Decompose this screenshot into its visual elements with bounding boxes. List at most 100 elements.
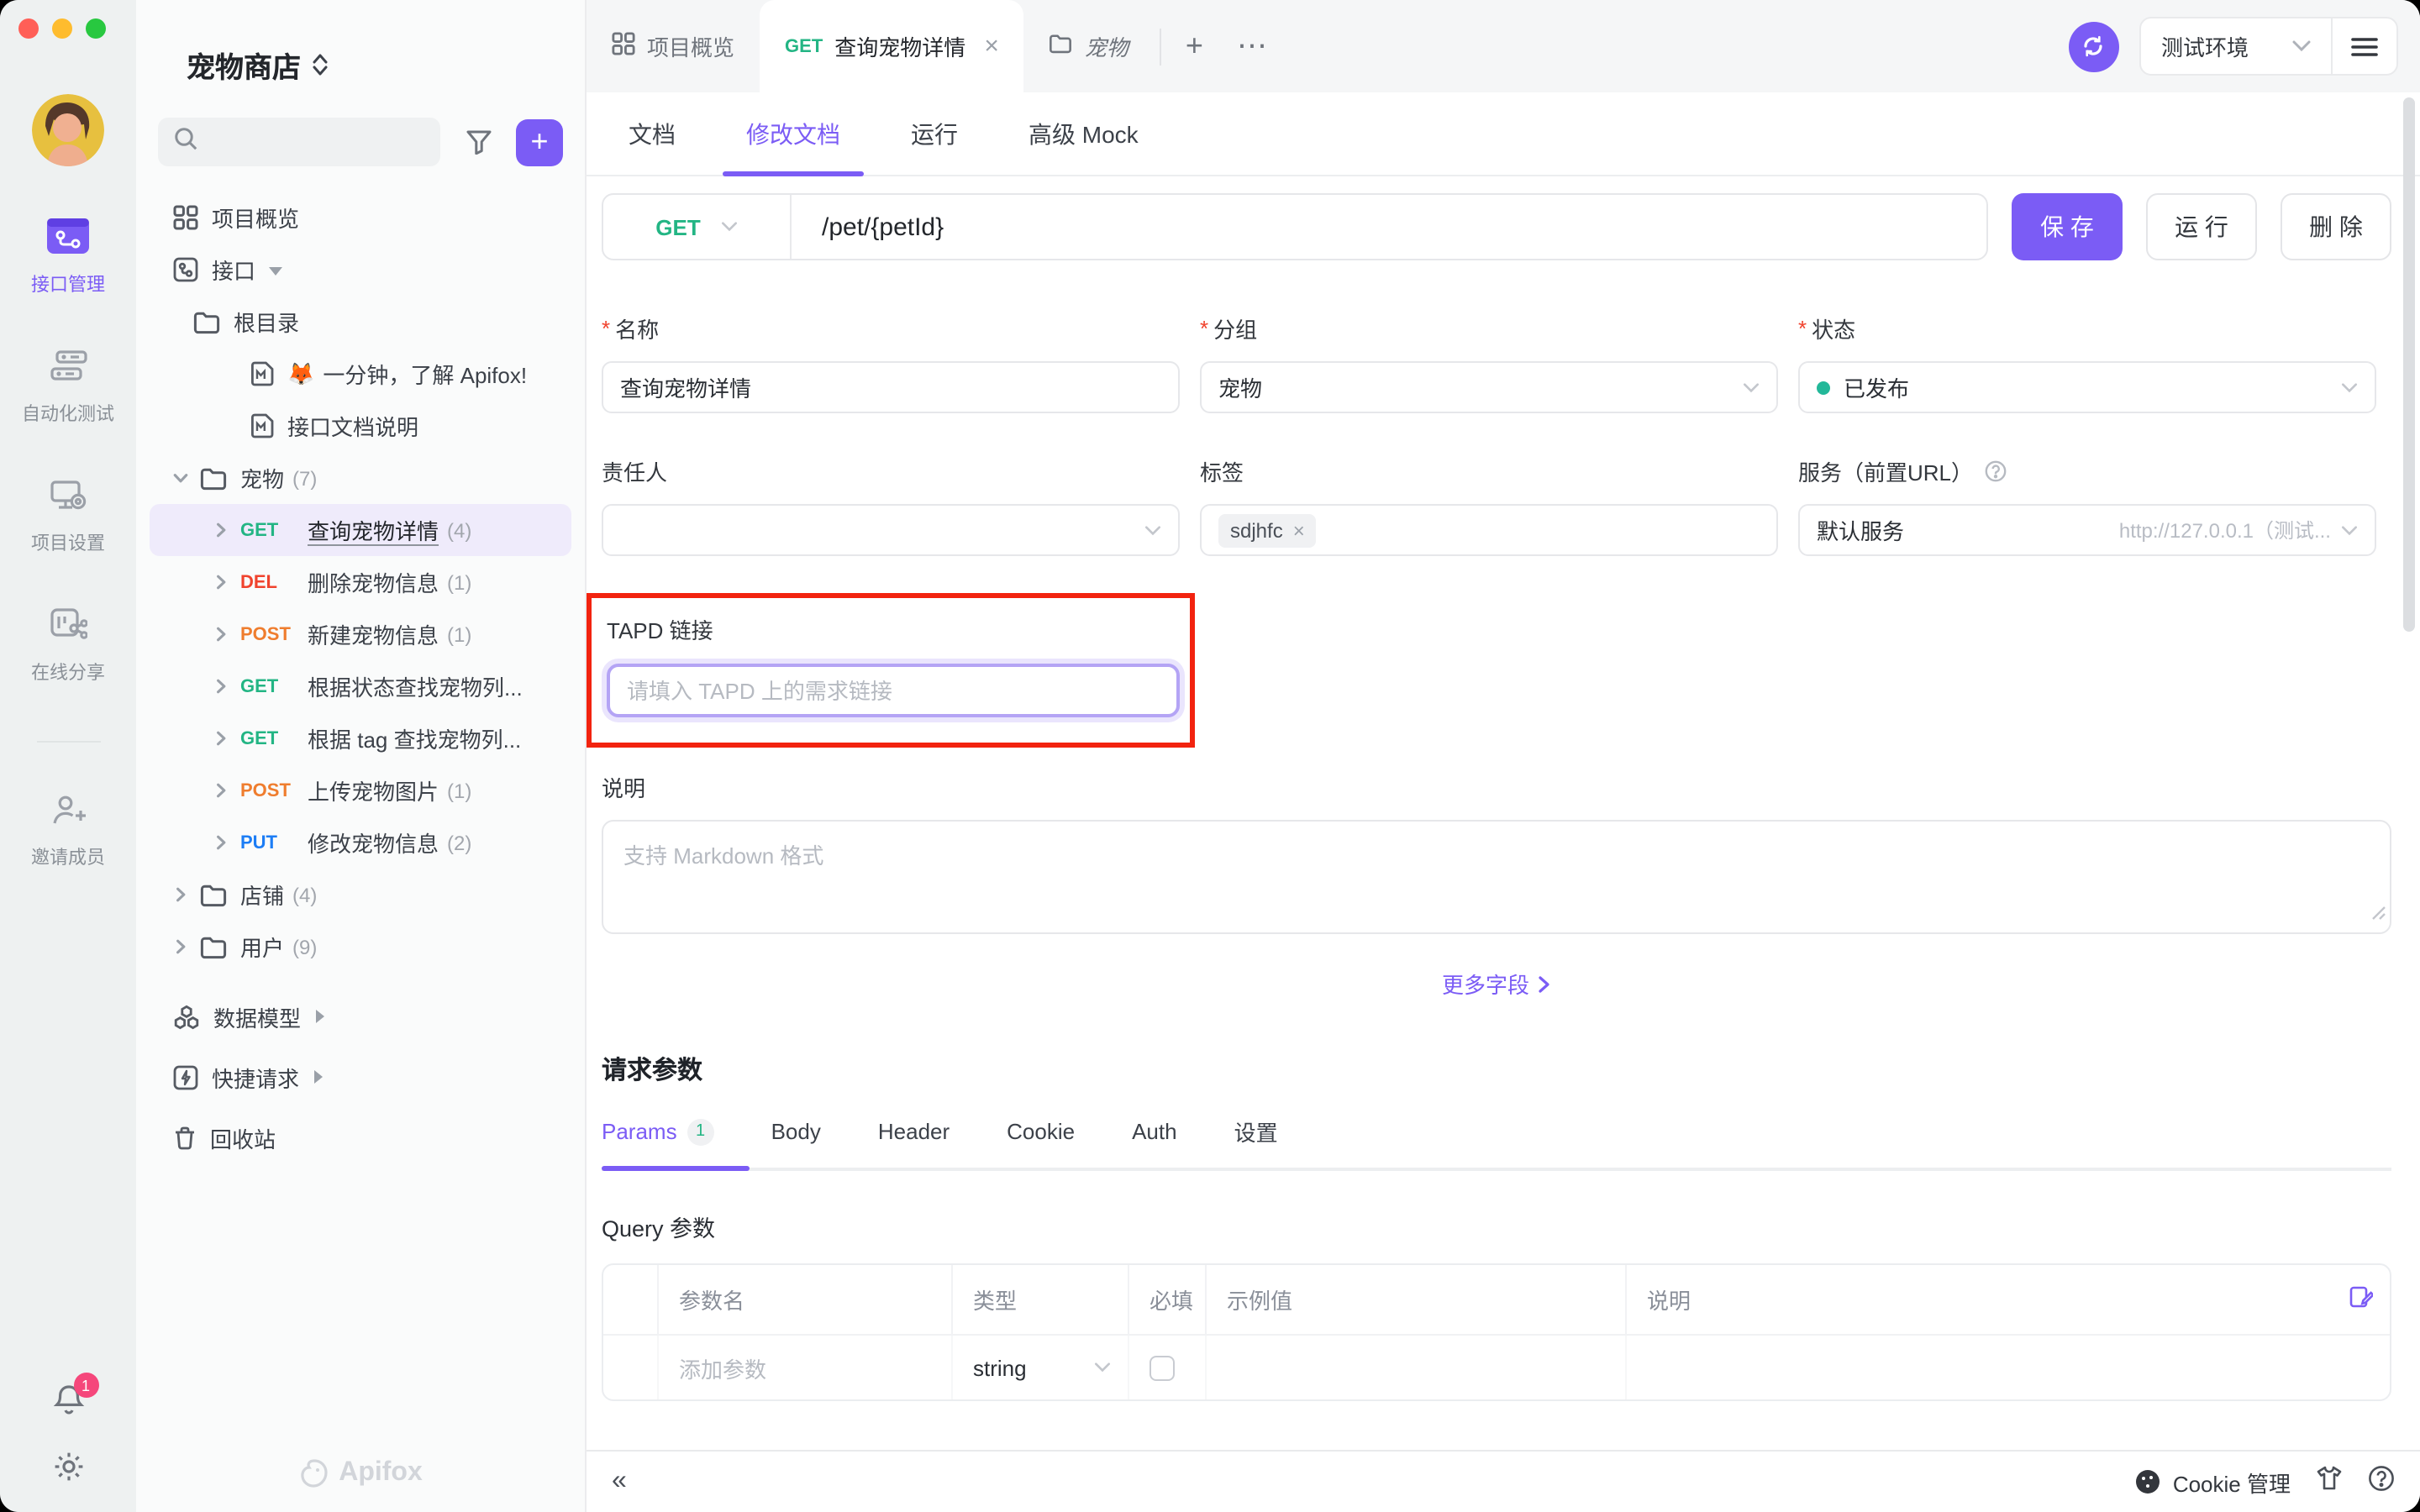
tree-endpoint-upload-image[interactable]: POST 上传宠物图片 (1) xyxy=(136,764,585,816)
type-value: string xyxy=(973,1355,1027,1380)
tree-doc-readme[interactable]: 接口文档说明 xyxy=(136,400,585,452)
tab-body[interactable]: Body xyxy=(771,1116,821,1147)
tab-pets-folder[interactable]: 宠物 xyxy=(1024,0,1154,92)
environment-menu-button[interactable] xyxy=(2331,18,2396,74)
required-checkbox[interactable] xyxy=(1150,1355,1175,1380)
tags-input[interactable]: sdjhfc × xyxy=(1200,504,1778,556)
folder-icon xyxy=(200,883,227,906)
remove-tag-icon[interactable]: × xyxy=(1293,518,1305,542)
tab-get-pet-detail[interactable]: GET 查询宠物详情 × xyxy=(760,0,1024,92)
method-select[interactable]: GET xyxy=(603,195,792,259)
path-input[interactable]: /pet/{petId} xyxy=(792,213,944,241)
sync-button[interactable] xyxy=(2069,21,2119,71)
new-tab-button[interactable]: + xyxy=(1169,29,1220,64)
zoom-window-button[interactable] xyxy=(86,18,106,39)
sidebar-item-overview[interactable]: 项目概览 xyxy=(136,192,585,244)
param-name-input[interactable]: 添加参数 xyxy=(657,1336,951,1399)
tab-label: 宠物 xyxy=(1085,30,1128,62)
tree-doc-intro[interactable]: 🦊 一分钟，了解 Apifox! xyxy=(136,348,585,400)
tree-folder-store[interactable]: 店铺 (4) xyxy=(136,869,585,921)
tree-endpoint-create-pet[interactable]: POST 新建宠物信息 (1) xyxy=(136,608,585,660)
tapd-link-input[interactable] xyxy=(607,664,1180,717)
tree-endpoint-get-pet-detail[interactable]: GET 查询宠物详情 (4) xyxy=(150,504,571,556)
tree-folder-pets[interactable]: 宠物 (7) xyxy=(136,452,585,504)
endpoint-row: GET /pet/{petId} 保 存 运 行 删 除 xyxy=(602,193,2391,260)
tab-advanced-mock[interactable]: 高级 Mock xyxy=(1028,92,1139,175)
filter-button[interactable] xyxy=(455,119,501,165)
api-manage-icon xyxy=(47,218,89,259)
tree-item-count: (2) xyxy=(447,831,471,854)
tree-endpoint-find-by-status[interactable]: GET 根据状态查找宠物列... xyxy=(136,660,585,712)
sidebar-item-data-models[interactable]: 数据模型 xyxy=(136,986,585,1047)
method-badge: POST xyxy=(240,780,308,801)
service-select[interactable]: 默认服务 http://127.0.0.1（测试... xyxy=(1798,504,2376,556)
tab-more-button[interactable]: ⋯ xyxy=(1220,29,1284,64)
tab-auth[interactable]: Auth xyxy=(1132,1116,1177,1147)
name-input[interactable]: 查询宠物详情 xyxy=(602,361,1180,413)
tab-edit-doc[interactable]: 修改文档 xyxy=(746,92,840,175)
search-input[interactable] xyxy=(158,118,440,166)
sidebar-item-recycle-bin[interactable]: 回收站 xyxy=(136,1107,585,1168)
tab-run[interactable]: 运行 xyxy=(911,92,958,175)
status-select[interactable]: 已发布 xyxy=(1798,361,2376,413)
status-bar: « Cookie 管理 xyxy=(587,1450,2420,1512)
method-badge: DEL xyxy=(240,572,308,592)
description-cell[interactable] xyxy=(1625,1336,2390,1399)
sidebar-item-apis[interactable]: 接口 xyxy=(136,244,585,296)
close-icon[interactable]: × xyxy=(984,32,999,60)
group-select[interactable]: 宠物 xyxy=(1200,361,1778,413)
help-icon[interactable] xyxy=(1985,460,2007,482)
field-label: 分组 xyxy=(1213,312,1257,344)
rail-item-online-share[interactable]: 在线分享 xyxy=(31,608,105,685)
rail-item-label: 邀请成员 xyxy=(31,843,105,870)
rail-item-api-manage[interactable]: 接口管理 xyxy=(31,218,105,297)
tree-item-label: 店铺 xyxy=(240,879,284,911)
sidebar-item-quick-request[interactable]: 快捷请求 xyxy=(136,1047,585,1107)
proxy-capture-button[interactable] xyxy=(2316,1464,2343,1499)
tab-project-overview[interactable]: 项目概览 xyxy=(587,0,760,92)
add-new-button[interactable]: + xyxy=(516,118,563,165)
col-type: 类型 xyxy=(951,1265,1128,1334)
tab-cookie[interactable]: Cookie xyxy=(1007,1116,1075,1147)
project-switcher[interactable]: 宠物商店 xyxy=(187,44,585,86)
bulk-edit-icon[interactable] xyxy=(2349,1285,2373,1314)
tab-params[interactable]: Params 1 xyxy=(602,1116,714,1147)
tree-folder-users[interactable]: 用户 (9) xyxy=(136,921,585,973)
vertical-scrollbar[interactable] xyxy=(2403,97,2415,632)
resize-handle-icon[interactable] xyxy=(2371,899,2386,929)
delete-button[interactable]: 删 除 xyxy=(2281,193,2391,260)
tab-doc[interactable]: 文档 xyxy=(629,92,676,175)
help-button[interactable] xyxy=(2368,1464,2395,1499)
tab-header[interactable]: Header xyxy=(878,1116,950,1147)
tree-item-label: 接口文档说明 xyxy=(287,410,418,442)
folder-icon xyxy=(1050,34,1073,59)
rail-item-invite[interactable]: 邀请成员 xyxy=(31,793,105,870)
avatar[interactable] xyxy=(32,94,104,166)
tab-settings[interactable]: 设置 xyxy=(1234,1116,1278,1147)
tree-endpoint-update-pet[interactable]: PUT 修改宠物信息 (2) xyxy=(136,816,585,869)
rail-item-project-settings[interactable]: 项目设置 xyxy=(31,479,105,556)
environment-selector[interactable]: 测试环境 xyxy=(2141,30,2331,62)
close-window-button[interactable] xyxy=(18,18,39,39)
more-fields-link[interactable]: 更多字段 xyxy=(602,968,2391,1000)
settings-gear-button[interactable] xyxy=(51,1450,85,1492)
example-cell[interactable] xyxy=(1205,1336,1625,1399)
run-button[interactable]: 运 行 xyxy=(2146,193,2257,260)
minimize-window-button[interactable] xyxy=(52,18,72,39)
notifications-button[interactable]: 1 xyxy=(51,1383,85,1425)
tree-item-count: (1) xyxy=(447,570,471,594)
save-button[interactable]: 保 存 xyxy=(2012,193,2123,260)
tree-folder-root[interactable]: 根目录 xyxy=(136,296,585,348)
owner-select[interactable] xyxy=(602,504,1180,556)
required-asterisk: * xyxy=(1200,316,1208,341)
tree-endpoint-find-by-tag[interactable]: GET 根据 tag 查找宠物列... xyxy=(136,712,585,764)
param-type-select[interactable]: string xyxy=(951,1336,1128,1399)
query-params-table: 参数名 类型 必填 示例值 说明 添加参数 string xyxy=(602,1263,2391,1401)
cookie-manager-button[interactable]: Cookie 管理 xyxy=(2134,1466,2291,1498)
description-textarea[interactable] xyxy=(602,820,2391,934)
rail-item-automation[interactable]: 自动化测试 xyxy=(22,349,114,427)
tab-bar: 项目概览 GET 查询宠物详情 × 宠物 + ⋯ xyxy=(587,0,2420,92)
collapse-sidebar-button[interactable]: « xyxy=(612,1467,627,1497)
tree-endpoint-delete-pet[interactable]: DEL 删除宠物信息 (1) xyxy=(136,556,585,608)
fox-emoji: 🦊 xyxy=(287,360,314,387)
